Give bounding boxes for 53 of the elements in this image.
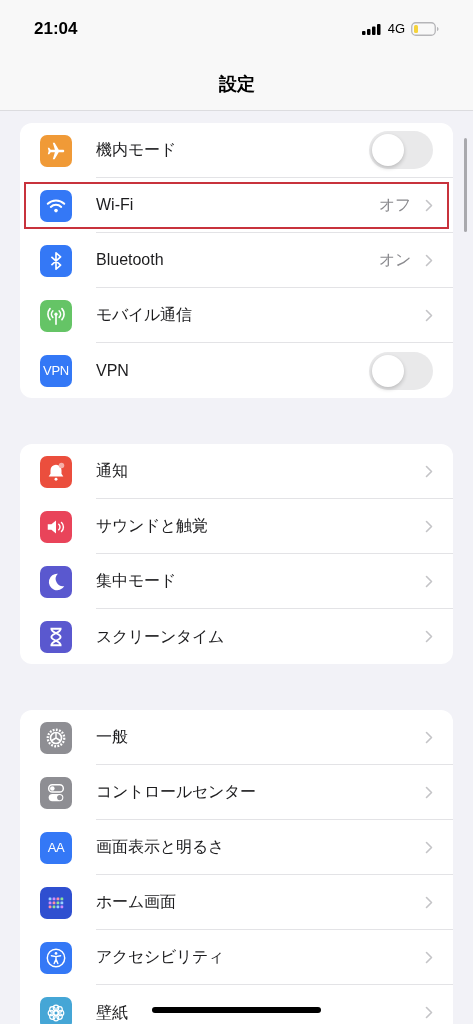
chevron-icon — [425, 519, 433, 533]
chevron-icon — [425, 464, 433, 478]
row-label: 集中モード — [96, 571, 176, 591]
settings-row[interactable]: スクリーンタイム — [20, 609, 453, 664]
settings-row[interactable]: 機内モード — [20, 123, 453, 178]
row-label: 一般 — [96, 727, 128, 747]
settings-row[interactable]: アクセシビリティ — [20, 930, 453, 985]
chevron-icon — [425, 308, 433, 322]
row-value: オン — [379, 250, 411, 270]
row-label: コントロールセンター — [96, 782, 256, 802]
chevron-icon — [425, 253, 433, 267]
settings-row[interactable]: 集中モード — [20, 554, 453, 609]
settings-row[interactable]: コントロールセンター — [20, 765, 453, 820]
chevron-icon — [425, 630, 433, 643]
row-label: サウンドと触覚 — [96, 516, 208, 536]
row-label: Bluetooth — [96, 250, 164, 270]
chevron-icon — [425, 1006, 433, 1019]
settings-row[interactable]: サウンドと触覚 — [20, 499, 453, 554]
status-time: 21:04 — [34, 18, 78, 41]
network-type: 4G — [387, 20, 405, 39]
row-label: 画面表示と明るさ — [96, 837, 224, 857]
row-label: アクセシビリティ — [96, 947, 224, 967]
row-label: Wi-Fi — [96, 195, 134, 215]
settings-row[interactable]: 通知 — [20, 444, 453, 499]
settings-row[interactable]: VPN VPN — [20, 343, 453, 398]
row-label: スクリーンタイム — [96, 626, 224, 647]
chevron-icon — [425, 895, 433, 909]
settings-row[interactable]: ホーム画面 — [20, 875, 453, 930]
chevron-icon — [425, 785, 433, 799]
row-label: ホーム画面 — [96, 892, 176, 912]
chevron-icon — [425, 574, 433, 588]
row-label: 壁紙 — [96, 1002, 128, 1023]
toggle-switch[interactable] — [369, 351, 433, 390]
row-label: VPN — [96, 360, 129, 381]
icon-label: VPN — [43, 364, 69, 377]
signal-icon — [361, 23, 382, 35]
toggle-switch[interactable] — [369, 131, 433, 169]
settings-row[interactable]: Wi-Fi オフ — [20, 178, 453, 233]
page-title: 設定 — [218, 72, 255, 96]
row-label: 通知 — [96, 461, 128, 481]
settings-row[interactable]: Bluetooth オン — [20, 233, 453, 288]
chevron-icon — [425, 840, 433, 854]
settings-row[interactable]: AA 画面表示と明るさ — [20, 820, 453, 875]
chevron-icon — [425, 950, 433, 964]
settings-row[interactable]: モバイル通信 — [20, 288, 453, 343]
row-label: モバイル通信 — [96, 305, 192, 325]
icon-label: AA — [47, 841, 65, 854]
row-label: 機内モード — [96, 140, 176, 160]
row-value: オフ — [379, 195, 411, 215]
settings-row[interactable]: 一般 — [20, 710, 453, 765]
chevron-icon — [425, 730, 433, 744]
chevron-icon — [425, 198, 433, 212]
battery-icon — [411, 22, 439, 36]
